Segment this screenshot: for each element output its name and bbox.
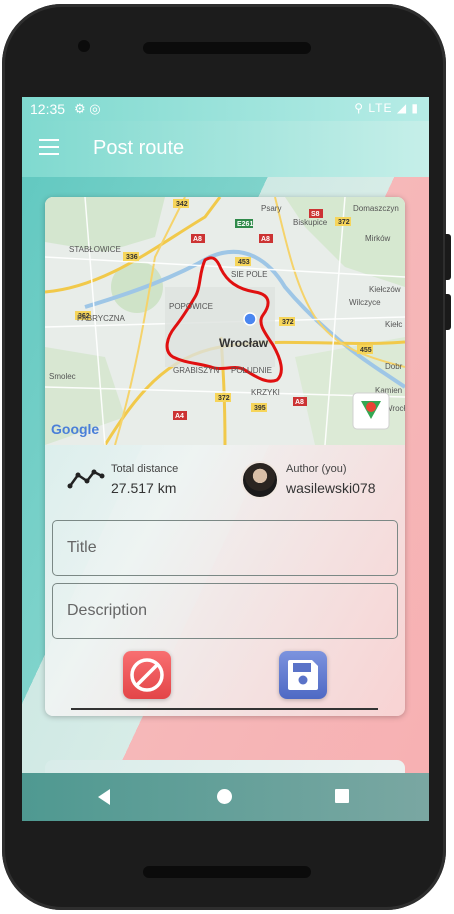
svg-text:A8: A8 xyxy=(295,399,304,406)
title-field-wrapper xyxy=(52,520,398,576)
power-button xyxy=(445,294,451,330)
svg-text:Dobr: Dobr xyxy=(385,362,403,371)
svg-text:S8: S8 xyxy=(311,211,320,218)
status-bar: 12:35 ⚙ ◎ ⚲ LTE ◢ ▮ xyxy=(22,97,429,121)
description-field-wrapper xyxy=(52,583,398,639)
home-icon[interactable] xyxy=(217,789,232,804)
battery-icon: ▮ xyxy=(411,101,419,115)
svg-text:Kiełc: Kiełc xyxy=(385,320,402,329)
svg-text:Google: Google xyxy=(51,421,99,437)
bottom-speaker xyxy=(143,866,311,878)
route-icon xyxy=(67,469,105,489)
system-nav-bar xyxy=(22,773,429,821)
svg-text:Wrocław: Wrocław xyxy=(219,336,269,350)
gear-icon: ⚙ ◎ xyxy=(74,101,101,116)
map-canvas: 342 E261 A8 A8 S8 372 336 453 362 372 45… xyxy=(45,197,405,445)
floppy-disk-icon xyxy=(288,660,318,690)
svg-text:A8: A8 xyxy=(261,236,270,243)
svg-text:372: 372 xyxy=(282,319,294,326)
distance-label: Total distance xyxy=(111,463,179,475)
svg-text:SIE POLE: SIE POLE xyxy=(231,270,267,279)
svg-text:Mirków: Mirków xyxy=(365,234,391,243)
svg-text:GRABISZYN: GRABISZYN xyxy=(173,366,219,375)
svg-text:372: 372 xyxy=(218,395,230,402)
svg-text:Domaszczyn: Domaszczyn xyxy=(353,204,399,213)
route-stats: Total distance 27.517 km Author (you) wa… xyxy=(45,455,405,505)
svg-text:STABŁOWICE: STABŁOWICE xyxy=(69,245,121,254)
network-type: LTE xyxy=(368,101,393,115)
svg-text:Kiełczów: Kiełczów xyxy=(369,285,401,294)
front-camera xyxy=(78,40,90,52)
svg-text:POPOWICE: POPOWICE xyxy=(169,302,213,311)
svg-text:Biskupice: Biskupice xyxy=(293,218,328,227)
block-icon xyxy=(130,658,164,692)
distance-value: 27.517 km xyxy=(111,480,177,496)
title-input[interactable] xyxy=(53,521,397,575)
app-bar: Post route xyxy=(22,121,429,177)
phone-frame: 12:35 ⚙ ◎ ⚲ LTE ◢ ▮ Post route 342 E261 … xyxy=(2,4,451,910)
svg-text:FABRYCZNA: FABRYCZNA xyxy=(77,314,126,323)
signal-icon: ◢ xyxy=(396,101,408,115)
post-route-card: 342 E261 A8 A8 S8 372 336 453 362 372 45… xyxy=(45,197,405,716)
svg-text:372: 372 xyxy=(338,219,350,226)
svg-text:453: 453 xyxy=(238,259,250,266)
description-input[interactable] xyxy=(53,584,397,638)
card-divider xyxy=(71,708,378,710)
svg-text:Smolec: Smolec xyxy=(49,372,76,381)
svg-text:E261: E261 xyxy=(237,221,253,228)
route-map[interactable]: 342 E261 A8 A8 S8 372 336 453 362 372 45… xyxy=(45,197,405,445)
svg-text:342: 342 xyxy=(176,201,188,208)
svg-text:336: 336 xyxy=(126,254,138,261)
volume-button xyxy=(445,234,451,280)
svg-text:POŁUDNIE: POŁUDNIE xyxy=(231,366,272,375)
status-right-icons: ⚲ LTE ◢ ▮ xyxy=(354,101,419,115)
svg-text:455: 455 xyxy=(360,347,372,354)
svg-text:A8: A8 xyxy=(193,236,202,243)
svg-text:395: 395 xyxy=(254,405,266,412)
recent-apps-icon[interactable] xyxy=(335,789,349,803)
back-icon[interactable] xyxy=(98,789,110,805)
menu-icon[interactable] xyxy=(39,139,59,155)
save-button[interactable] xyxy=(279,651,327,699)
author-username: wasilewski078 xyxy=(286,480,376,496)
author-label: Author (you) xyxy=(286,463,347,475)
svg-text:Psary: Psary xyxy=(261,204,281,213)
svg-text:KRZYKI: KRZYKI xyxy=(251,388,280,397)
page-title: Post route xyxy=(93,137,185,159)
phone-screen: 12:35 ⚙ ◎ ⚲ LTE ◢ ▮ Post route 342 E261 … xyxy=(22,97,429,821)
location-icon: ⚲ xyxy=(354,101,364,115)
svg-text:A4: A4 xyxy=(175,413,184,420)
avatar xyxy=(241,461,279,499)
cancel-button[interactable] xyxy=(123,651,171,699)
earpiece-speaker xyxy=(143,42,311,54)
status-time: 12:35 xyxy=(30,101,66,117)
svg-text:Wilczyce: Wilczyce xyxy=(349,298,381,307)
